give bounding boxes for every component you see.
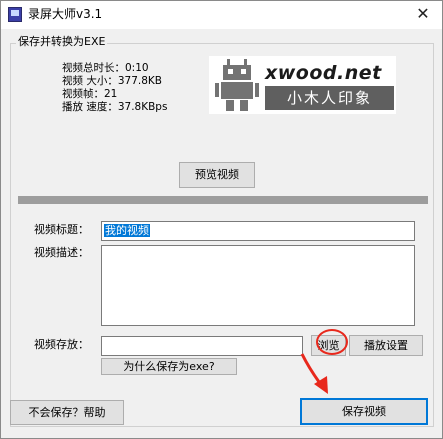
app-icon bbox=[8, 7, 22, 22]
description-label: 视频描述： bbox=[34, 246, 89, 259]
close-icon[interactable]: ✕ bbox=[411, 3, 435, 25]
section-divider bbox=[18, 196, 428, 204]
logo-tagline: 小木人印象 bbox=[265, 86, 394, 110]
info-duration: 视频总时长：0:10 bbox=[62, 62, 149, 74]
title-value: 我的视频 bbox=[104, 224, 150, 237]
description-textarea[interactable] bbox=[101, 245, 415, 326]
save-video-button[interactable]: 保存视频 bbox=[300, 398, 428, 425]
path-label: 视频存放： bbox=[34, 338, 89, 351]
info-speed: 播放 速度：37.8KBps bbox=[62, 101, 168, 113]
title-input[interactable]: 我的视频 bbox=[101, 221, 415, 241]
robot-logo-icon bbox=[215, 59, 259, 111]
annotation-arrow-icon bbox=[300, 353, 328, 394]
play-settings-button[interactable]: 播放设置 bbox=[349, 335, 423, 356]
save-path-input[interactable] bbox=[101, 336, 303, 356]
help-button[interactable]: 不会保存？帮助 bbox=[10, 400, 124, 425]
window-title: 录屏大师v3.1 bbox=[28, 7, 103, 21]
info-frames: 视频帧：21 bbox=[62, 88, 118, 100]
title-label: 视频标题： bbox=[34, 223, 89, 236]
info-size: 视频 大小：377.8KB bbox=[62, 75, 162, 87]
group-label: 保存并转换为EXE bbox=[16, 35, 108, 49]
logo-site-text: xwood.net bbox=[265, 62, 382, 84]
preview-video-button[interactable]: 预览视频 bbox=[179, 162, 255, 188]
why-exe-button[interactable]: 为什么保存为exe? bbox=[101, 358, 237, 375]
brand-logo: xwood.net 小木人印象 bbox=[209, 56, 396, 114]
